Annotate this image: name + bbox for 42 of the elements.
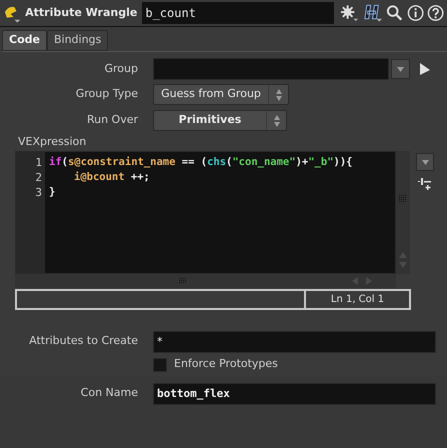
caret-icon: [397, 66, 404, 72]
grip-icon[interactable]: [179, 278, 188, 284]
line-number: 1: [35, 155, 42, 170]
group-menu-button[interactable]: [391, 59, 410, 79]
tab[interactable]: Code: [2, 30, 47, 51]
helper-icon[interactable]: [362, 3, 384, 23]
code-line: }: [49, 185, 56, 200]
spinner-arrows-icon: [274, 88, 282, 102]
help-icon[interactable]: [426, 4, 444, 22]
horizontal-scrollbar[interactable]: [15, 274, 396, 288]
info-icon[interactable]: [406, 4, 424, 22]
vertical-scrollbar[interactable]: [396, 151, 410, 274]
con-name-field[interactable]: bottom_flex: [153, 382, 436, 404]
field-label: Group Type: [76, 87, 138, 100]
snippet-menu-button[interactable]: [416, 153, 434, 171]
field-label: Group: [104, 62, 138, 75]
grip-icon[interactable]: [398, 195, 408, 204]
attributes-field[interactable]: *: [153, 330, 436, 352]
code-editor[interactable]: 1 2 3 if(s@constraint_name == (chs("con_name")+"_b")){ i@bcount ++; }: [15, 151, 396, 274]
node-type-label: Attribute Wrangle: [25, 4, 138, 21]
cursor-position: Ln 1, Col 1: [330, 293, 384, 307]
add-parameters-icon[interactable]: [418, 177, 432, 191]
checkbox[interactable]: [153, 358, 167, 372]
line-number: 2: [35, 170, 42, 185]
code-line: if(s@constraint_name == (chs("con_name")+"_b")){: [49, 155, 352, 170]
field-label: Run Over: [86, 113, 138, 126]
checkbox-label: Enforce Prototypes: [174, 356, 278, 372]
code-line: i@bcount ++;: [73, 170, 150, 185]
search-icon[interactable]: [386, 4, 404, 22]
tab[interactable]: Bindings: [46, 30, 108, 51]
dropdown-menu[interactable]: Guess from Group: [153, 84, 289, 105]
spinner-arrows-icon: [272, 114, 280, 128]
pointer-icon[interactable]: [419, 62, 431, 76]
field-label: Attributes to Create: [29, 334, 138, 348]
field-label: Con Name: [80, 386, 138, 400]
node-name-field[interactable]: b_count: [142, 2, 334, 24]
section-label: VEXpression: [18, 135, 86, 148]
gear-icon[interactable]: [340, 4, 360, 22]
group-field[interactable]: [153, 58, 389, 80]
caret-icon: [422, 160, 428, 164]
line-number: 3: [35, 185, 42, 200]
dropdown-menu[interactable]: Primitives: [153, 110, 287, 131]
